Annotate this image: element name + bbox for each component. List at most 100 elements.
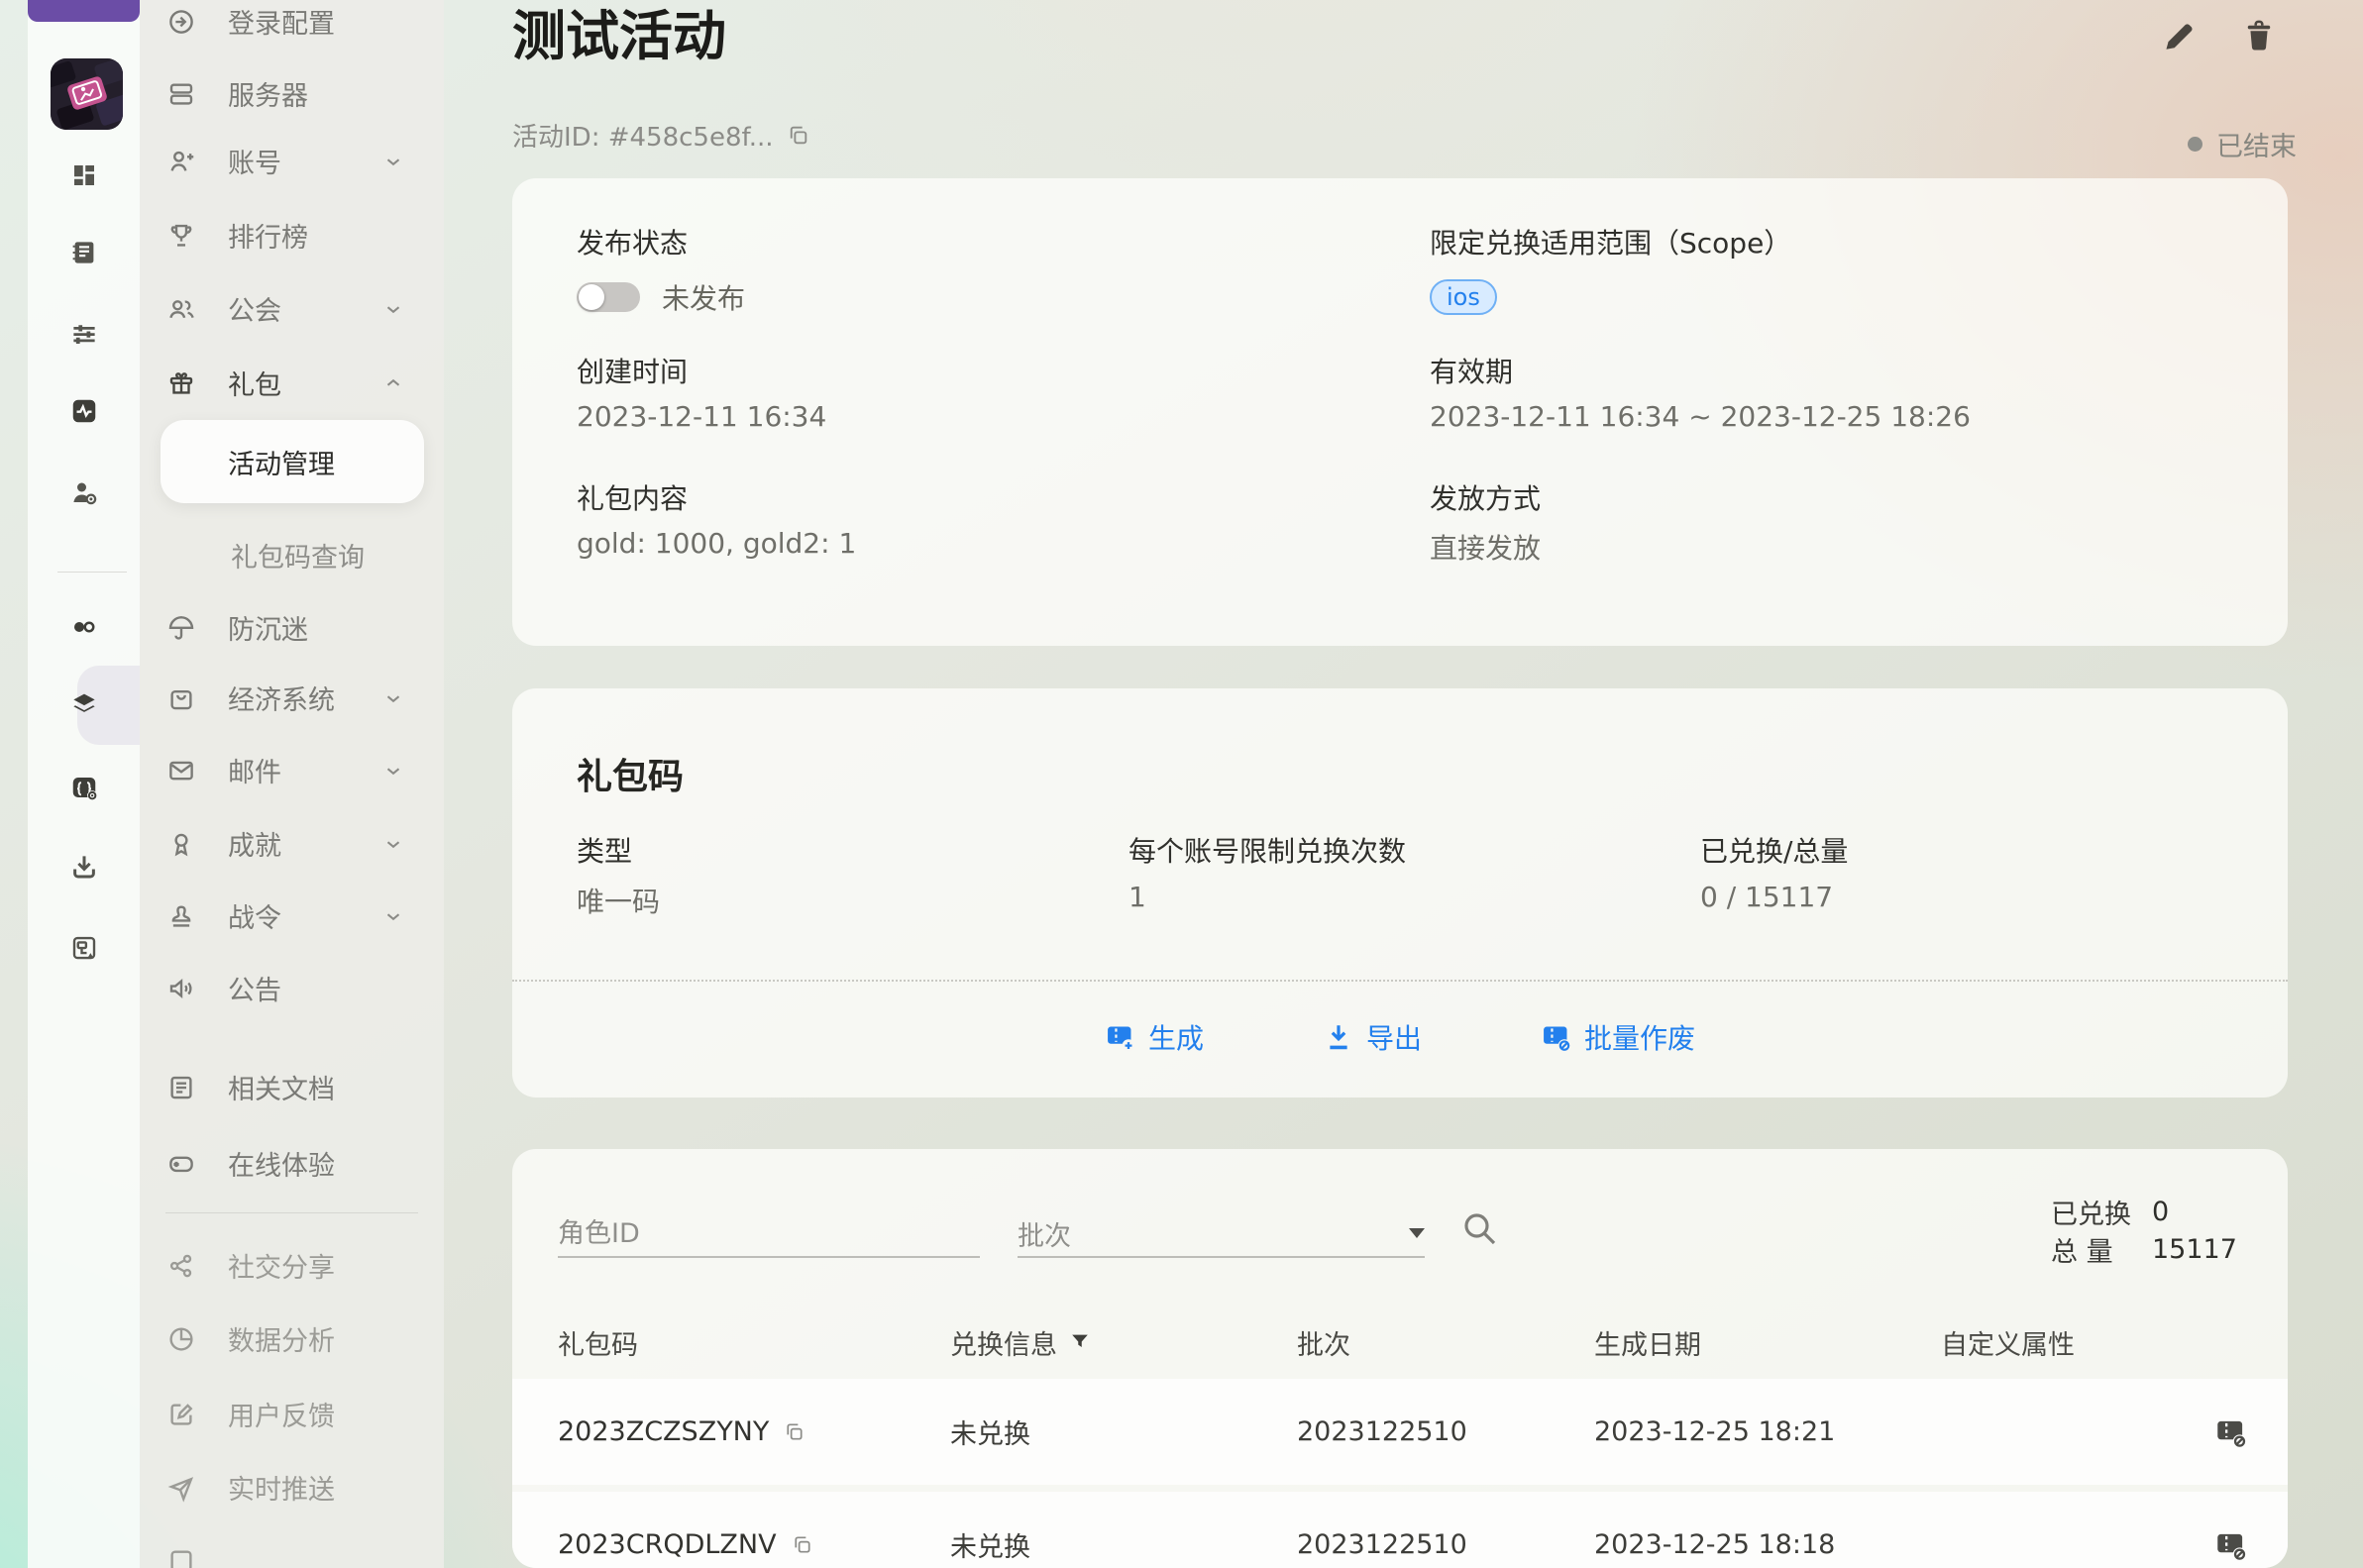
void-batch-button[interactable]: 批量作废	[1541, 1017, 1695, 1057]
delete-button[interactable]	[2241, 18, 2277, 53]
code-text: 2023ZCZSZYNY	[558, 1416, 769, 1447]
sidebar-item-server[interactable]: 服务器	[140, 56, 444, 131]
table-row: 2023CRQDLZNV 未兑换 2023122510 2023-12-25 1…	[512, 1492, 2288, 1568]
copy-icon[interactable]	[783, 1420, 806, 1443]
flow-warning-icon[interactable]	[28, 931, 140, 965]
sidebar-item-battlepass[interactable]: 战令	[140, 879, 444, 953]
void-code-icon[interactable]	[2179, 1528, 2248, 1562]
sidebar-item-realtime-push[interactable]: 实时推送	[140, 1450, 444, 1524]
edit-button[interactable]	[2160, 18, 2196, 53]
chevron-down-icon	[382, 298, 404, 320]
brand-logo[interactable]	[28, 0, 140, 22]
rounded-square-icon	[165, 1545, 197, 1568]
activity-id-text: 活动ID: #458c5e8f...	[512, 117, 774, 154]
publish-toggle[interactable]	[577, 282, 640, 312]
icon-rail	[28, 0, 140, 1568]
sidebar-item-economy[interactable]: 经济系统	[140, 661, 444, 735]
edit-square-icon	[165, 1399, 197, 1430]
journal-icon[interactable]	[28, 236, 140, 269]
ticket-plus-icon	[1105, 1021, 1136, 1053]
overview-card: 发布状态 未发布 限定兑换适用范围（Scope） ios 创建时间 2023-1…	[512, 178, 2288, 646]
speaker-icon	[165, 973, 197, 1004]
batch-select[interactable]: 批次	[1018, 1210, 1425, 1258]
sidebar-item-docs[interactable]: 相关文档	[140, 1050, 444, 1124]
sidebar-item-login-config[interactable]: 登录配置	[140, 0, 444, 58]
created-label: 创建时间	[577, 351, 688, 390]
activity-icon[interactable]	[28, 394, 140, 428]
redeem-stats: 已兑换 0 总 量 15117	[2051, 1193, 2237, 1268]
code-badge-icon[interactable]	[28, 771, 140, 804]
sidebar-item-mail[interactable]: 邮件	[140, 733, 444, 807]
link-infinity-icon[interactable]	[28, 610, 140, 644]
col-redeem-info: 兑换信息	[950, 1323, 1297, 1362]
copy-icon[interactable]	[791, 1533, 813, 1556]
umbrella-icon	[165, 612, 197, 644]
user-settings-icon[interactable]	[28, 475, 140, 509]
page-title: 测试活动	[512, 4, 726, 69]
ticket-void-icon	[1541, 1021, 1572, 1053]
batch-value: 2023122510	[1297, 1529, 1594, 1560]
document-icon	[165, 1072, 197, 1103]
void-code-icon[interactable]	[2179, 1415, 2248, 1449]
sliders-icon[interactable]	[28, 317, 140, 351]
role-id-input[interactable]	[558, 1210, 980, 1258]
sidebar-item-anti-addiction[interactable]: 防沉迷	[140, 590, 444, 665]
search-button[interactable]	[1459, 1208, 1499, 1248]
table-body: 2023ZCZSZYNY 未兑换 2023122510 2023-12-25 1…	[512, 1379, 2288, 1568]
sidebar-item-playground[interactable]: 在线体验	[140, 1126, 444, 1201]
limit-value: 1	[1128, 881, 1146, 913]
export-button[interactable]: 导出	[1323, 1017, 1422, 1057]
sidebar-item-achievement[interactable]: 成就	[140, 806, 444, 881]
validity-value: 2023-12-11 16:34 ~ 2023-12-25 18:26	[1430, 400, 1971, 433]
share-icon	[165, 1250, 197, 1282]
rail-divider	[57, 572, 127, 573]
copy-icon[interactable]	[786, 123, 810, 148]
generated-date: 2023-12-25 18:21	[1594, 1416, 1941, 1447]
type-label: 类型	[577, 830, 632, 870]
sidebar-item-account[interactable]: 账号	[140, 124, 444, 198]
trophy-icon	[165, 220, 197, 252]
avatar[interactable]	[51, 58, 123, 130]
redeemed-count-label: 已兑换	[2051, 1193, 2138, 1231]
sidebar-item-leaderboard[interactable]: 排行榜	[140, 198, 444, 272]
redeemed-total-label: 已兑换/总量	[1700, 830, 1848, 870]
content-value: gold: 1000, gold2: 1	[577, 527, 856, 560]
publish-toggle-label: 未发布	[662, 277, 745, 317]
total-count-value: 15117	[2152, 1234, 2237, 1265]
sidebar-item-announcement[interactable]: 公告	[140, 951, 444, 1025]
chevron-down-icon	[382, 833, 404, 855]
filter-funnel-icon[interactable]	[1069, 1331, 1091, 1353]
sidebar-item-guild[interactable]: 公会	[140, 271, 444, 346]
sidebar-item-social-share[interactable]: 社交分享	[140, 1228, 444, 1303]
sidebar-item-feedback[interactable]: 用户反馈	[140, 1377, 444, 1451]
login-icon	[165, 6, 197, 38]
chevron-up-icon	[382, 372, 404, 394]
scope-label: 限定兑换适用范围（Scope）	[1430, 222, 1791, 261]
layers-icon[interactable]	[28, 688, 140, 722]
export-download-icon	[1323, 1021, 1354, 1053]
sidebar-item-gift[interactable]: 礼包	[140, 346, 444, 420]
codes-table-card: 批次 已兑换 0 总 量 15117 礼包码 兑换信息 批次 生成日	[512, 1149, 2288, 1568]
sidebar-item-activity-management[interactable]: 活动管理	[161, 420, 424, 503]
shopping-bag-icon	[165, 682, 197, 714]
giftcode-card: 礼包码 类型 唯一码 每个账号限制兑换次数 1 已兑换/总量 0 / 15117…	[512, 688, 2288, 1098]
col-code: 礼包码	[558, 1323, 950, 1362]
col-custom-attr: 自定义属性	[1941, 1323, 2179, 1362]
sidebar-item-partial[interactable]	[140, 1523, 444, 1568]
total-count-label: 总 量	[2051, 1230, 2138, 1269]
redeem-status: 未兑换	[950, 1525, 1297, 1564]
sidebar-item-analytics[interactable]: 数据分析	[140, 1302, 444, 1376]
server-icon	[165, 78, 197, 110]
gift-icon	[165, 367, 197, 399]
sidebar-menu: 登录配置 服务器 账号 排行榜 公会	[140, 0, 444, 1568]
menu-divider	[165, 1212, 418, 1213]
scope-tag: ios	[1430, 279, 1497, 315]
user-plus-icon	[165, 146, 197, 177]
sidebar-item-giftcode-query[interactable]: 礼包码查询	[140, 518, 444, 592]
gamepad-icon	[165, 1148, 197, 1180]
generate-button[interactable]: 生成	[1105, 1017, 1204, 1057]
download-icon[interactable]	[28, 850, 140, 884]
dashboard-icon[interactable]	[28, 158, 140, 192]
chevron-down-icon	[382, 687, 404, 709]
limit-label: 每个账号限制兑换次数	[1128, 830, 1406, 870]
